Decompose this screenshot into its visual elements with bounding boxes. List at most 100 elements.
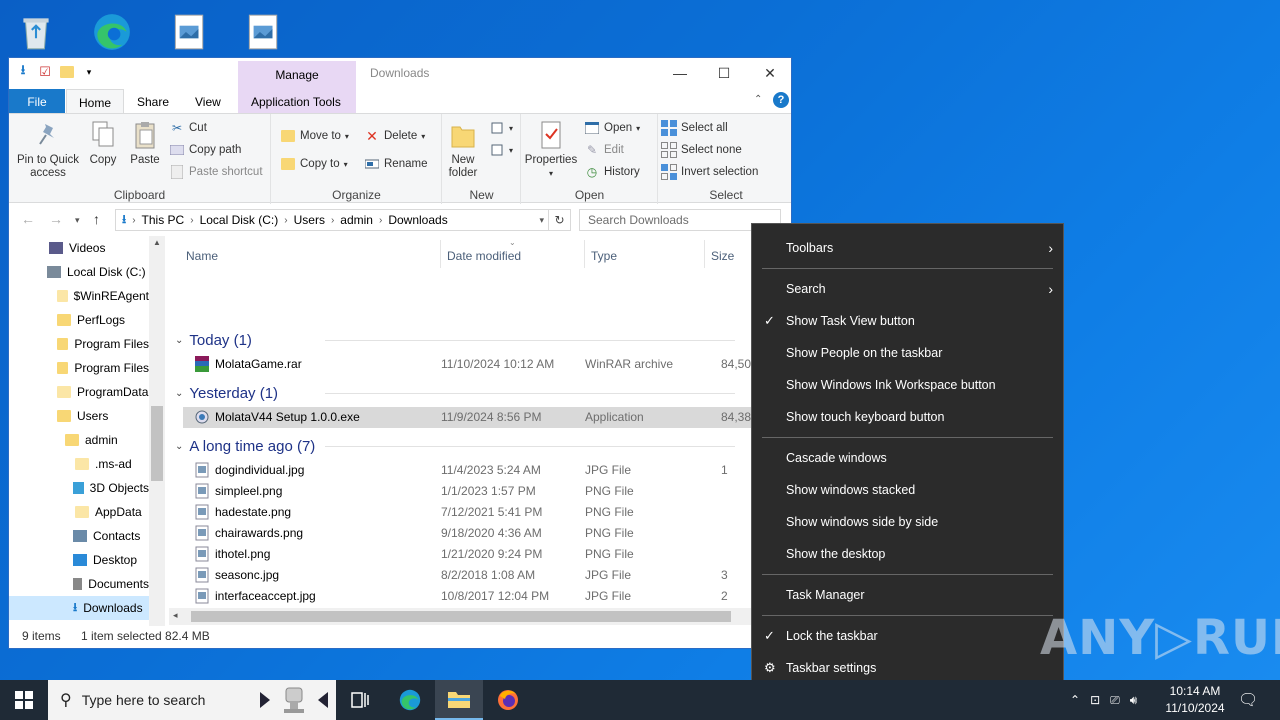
image-file-desktop-icon-2[interactable] <box>236 6 288 58</box>
breadcrumb-downloads[interactable]: Downloads <box>388 213 447 227</box>
menu-item-side-by-side[interactable]: Show windows side by side <box>752 507 1063 537</box>
invert-selection-button[interactable]: Invert selection <box>661 162 758 182</box>
minimize-button[interactable]: — <box>657 58 703 88</box>
nav-item[interactable]: Local Disk (C:) <box>9 260 149 284</box>
address-dropdown-icon[interactable]: ▾ <box>539 215 544 226</box>
column-size[interactable]: Size <box>711 244 734 268</box>
nav-item[interactable]: Desktop <box>9 548 149 572</box>
nav-item[interactable]: 3D Objects <box>9 476 149 500</box>
taskbar-file-explorer[interactable] <box>435 680 483 720</box>
nav-item[interactable]: Program Files <box>9 332 149 356</box>
group-header[interactable]: ⌄ Today (1) <box>175 330 735 350</box>
nav-item[interactable]: admin <box>9 428 149 452</box>
menu-item-taskbar-settings[interactable]: ⚙ Taskbar settings <box>752 653 1063 683</box>
tab-file[interactable]: File <box>9 89 65 114</box>
nav-item[interactable]: Videos <box>9 236 149 260</box>
paste-button[interactable]: Paste <box>125 118 165 167</box>
file-row[interactable]: MolataGame.rar 11/10/2024 10:12 AM WinRAR … <box>183 354 753 375</box>
notifications-icon[interactable]: 🗨︎ <box>1238 680 1258 720</box>
pin-quick-access-button[interactable]: Pin to Quick access <box>13 118 83 180</box>
easy-access-button[interactable]: ▾ <box>489 140 513 160</box>
column-date-modified[interactable]: Date modified <box>447 244 521 268</box>
select-all-button[interactable]: Select all <box>661 118 728 138</box>
tab-application-tools[interactable]: Application Tools <box>243 91 349 113</box>
group-header[interactable]: ⌄ A long time ago (7) <box>175 436 735 456</box>
menu-item-cascade[interactable]: Cascade windows <box>752 443 1063 473</box>
horizontal-scrollbar[interactable]: ◂ <box>169 608 753 625</box>
collapse-chevron-icon[interactable]: ⌄ <box>175 441 183 452</box>
menu-item-show-desktop[interactable]: Show the desktop <box>752 539 1063 569</box>
properties-button[interactable]: Properties ▾ <box>524 118 578 180</box>
nav-item[interactable]: Users <box>9 404 149 428</box>
manage-tab[interactable]: Manage <box>238 68 356 82</box>
properties-qat-icon[interactable]: ☑ <box>37 64 53 80</box>
new-item-button[interactable]: ▾ <box>489 118 513 138</box>
forward-arrow-icon[interactable]: → <box>49 211 63 227</box>
rename-button[interactable]: Rename <box>364 154 427 174</box>
move-to-button[interactable]: Move to ▾ <box>280 126 349 146</box>
edge-desktop-icon[interactable] <box>86 6 138 58</box>
collapse-chevron-icon[interactable]: ⌄ <box>175 388 183 399</box>
start-button[interactable] <box>0 680 48 720</box>
copy-button[interactable]: Copy <box>85 118 121 167</box>
menu-item-search[interactable]: Search › <box>752 274 1063 304</box>
breadcrumb-users[interactable]: Users <box>294 213 325 227</box>
menu-item-show-people[interactable]: Show People on the taskbar <box>752 338 1063 368</box>
breadcrumb-admin[interactable]: admin <box>340 213 373 227</box>
taskbar-firefox[interactable] <box>484 680 532 720</box>
horizontal-scroll-thumb[interactable] <box>191 611 731 622</box>
file-row[interactable]: hadestate.png 7/12/2021 5:41 PM PNG File <box>183 502 753 523</box>
volume-icon[interactable]: 🔊︎ <box>1130 693 1138 708</box>
maximize-button[interactable]: ☐ <box>701 58 747 88</box>
nav-item[interactable]: Program Files <box>9 356 149 380</box>
nav-item[interactable]: .ms-ad <box>9 452 149 476</box>
file-row[interactable]: dogindividual.jpg 11/4/2023 5:24 AM JPG Fi… <box>183 460 753 481</box>
help-icon[interactable]: ? <box>773 92 789 108</box>
menu-item-stacked[interactable]: Show windows stacked <box>752 475 1063 505</box>
nav-item[interactable]: Contacts <box>9 524 149 548</box>
close-button[interactable]: ✕ <box>747 58 793 88</box>
nav-item[interactable]: ⭳ Downloads <box>9 596 149 620</box>
file-row[interactable]: interfaceaccept.jpg 10/8/2017 12:04 PM JPG… <box>183 586 753 607</box>
history-button[interactable]: ◷ History <box>584 162 640 182</box>
nav-item[interactable]: AppData <box>9 500 149 524</box>
file-row[interactable]: simpleel.png 1/1/2023 1:57 PM PNG File <box>183 481 753 502</box>
nav-scroll-thumb[interactable] <box>151 406 163 481</box>
scroll-left-icon[interactable]: ◂ <box>173 610 178 621</box>
open-button[interactable]: Open ▾ <box>584 118 640 138</box>
task-view-button[interactable] <box>336 680 384 720</box>
column-type[interactable]: Type <box>591 244 617 268</box>
nav-item[interactable]: $WinREAgent <box>9 284 149 308</box>
recycle-bin-icon[interactable] <box>10 6 62 58</box>
copy-path-button[interactable]: Copy path <box>169 140 241 160</box>
nav-item[interactable]: Documents <box>9 572 149 596</box>
cut-button[interactable]: ✂ Cut <box>169 118 207 138</box>
back-arrow-icon[interactable]: ← <box>21 211 35 227</box>
file-row[interactable]: seasonc.jpg 8/2/2018 1:08 AM JPG File 3 <box>183 565 753 586</box>
menu-item-show-task-view[interactable]: ✓ Show Task View button <box>752 306 1063 336</box>
device-icon[interactable]: ⊡ <box>1090 693 1100 707</box>
edit-button[interactable]: ✎ Edit <box>584 140 624 160</box>
group-header[interactable]: ⌄ Yesterday (1) <box>175 383 735 403</box>
network-icon[interactable]: ⎚ <box>1110 693 1120 708</box>
nav-item[interactable]: ProgramData <box>9 380 149 404</box>
column-name[interactable]: Name <box>186 244 218 268</box>
menu-item-show-touch-keyboard[interactable]: Show touch keyboard button <box>752 402 1063 432</box>
file-row[interactable]: MolataV44 Setup 1.0.0.exe 11/9/2024 8:56 … <box>183 407 753 428</box>
scroll-up-icon[interactable]: ▲ <box>153 238 161 247</box>
collapse-chevron-icon[interactable]: ⌄ <box>175 335 183 346</box>
file-row[interactable]: ithotel.png 1/21/2020 9:24 PM PNG File <box>183 544 753 565</box>
up-arrow-icon[interactable]: ↑ <box>93 211 100 227</box>
tab-view[interactable]: View <box>187 91 229 113</box>
menu-item-lock-taskbar[interactable]: ✓ Lock the taskbar <box>752 621 1063 651</box>
breadcrumb-local-disk[interactable]: Local Disk (C:) <box>200 213 279 227</box>
image-file-desktop-icon[interactable] <box>162 6 214 58</box>
menu-item-toolbars[interactable]: Toolbars › <box>752 233 1063 263</box>
address-bar[interactable]: ⭳ › This PC › Local Disk (C:) › Users › … <box>115 209 549 231</box>
refresh-icon[interactable]: ↻ <box>549 209 571 231</box>
tab-home[interactable]: Home <box>66 89 124 115</box>
recent-locations-icon[interactable]: ▾ <box>75 215 80 226</box>
taskbar-search-box[interactable]: ⚲ Type here to search <box>48 680 336 720</box>
select-none-button[interactable]: Select none <box>661 140 742 160</box>
qat-dropdown-icon[interactable]: ▾ <box>81 64 97 80</box>
